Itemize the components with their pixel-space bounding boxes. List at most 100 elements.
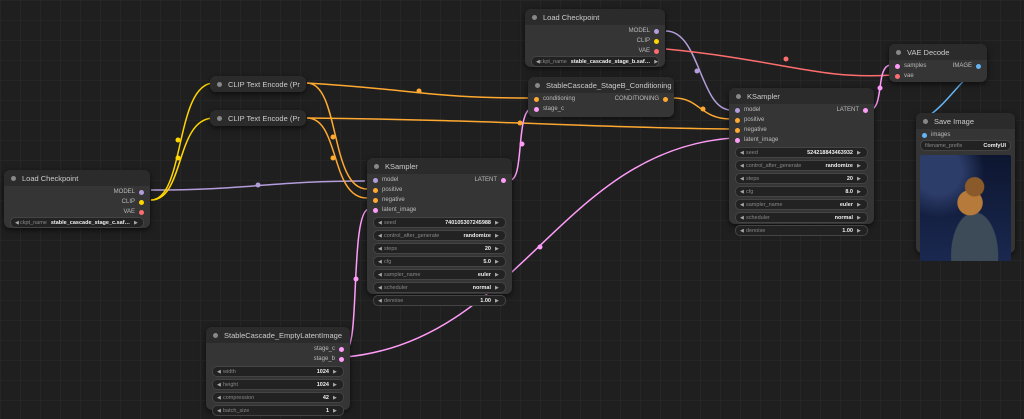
ksampler-c-node[interactable]: KSampler model LATENT positive negative … bbox=[367, 158, 512, 306]
clip-output-pin-icon[interactable] bbox=[654, 38, 659, 44]
negative-input-pin-icon[interactable] bbox=[373, 197, 378, 203]
positive-input-pin-icon[interactable] bbox=[735, 117, 740, 123]
output-stage-b[interactable]: stage_b bbox=[206, 354, 350, 364]
cfg-widget[interactable]: ◀ cfg 8.0 ▶ bbox=[735, 186, 868, 197]
control-after-generate-widget[interactable]: ◀ control_after_generate randomize ▶ bbox=[735, 160, 868, 171]
model-input-pin-icon[interactable] bbox=[373, 177, 378, 183]
denoise-widget[interactable]: ◀ denoise 1.00 ▶ bbox=[373, 295, 506, 306]
collapse-dot-icon[interactable] bbox=[213, 332, 218, 338]
model-output-pin-icon[interactable] bbox=[654, 28, 659, 34]
vae-output-pin-icon[interactable] bbox=[139, 209, 144, 215]
output-image-preview[interactable] bbox=[920, 155, 1011, 261]
clip-text-encode-positive-node[interactable]: CLIP Text Encode (Pr bbox=[210, 76, 306, 92]
arrow-right-icon[interactable]: ▶ bbox=[857, 163, 863, 169]
node-title[interactable]: KSampler bbox=[367, 158, 512, 174]
input-negative[interactable]: negative bbox=[367, 195, 512, 205]
seed-widget[interactable]: ◀ seed 740105307245988 ▶ bbox=[373, 217, 506, 228]
arrow-right-icon[interactable]: ▶ bbox=[495, 259, 501, 265]
cfg-widget[interactable]: ◀ cfg 5.0 ▶ bbox=[373, 256, 506, 267]
output-vae[interactable]: VAE bbox=[4, 207, 150, 217]
compression-widget[interactable]: ◀ compression 42 ▶ bbox=[212, 392, 344, 403]
load-checkpoint-b-node[interactable]: Load Checkpoint MODEL CLIP VAE ◀ ckpt_nam… bbox=[525, 9, 665, 67]
arrow-right-icon[interactable]: ▶ bbox=[333, 382, 339, 388]
latent-output-pin-icon[interactable] bbox=[501, 177, 506, 183]
collapse-dot-icon[interactable] bbox=[217, 115, 222, 121]
node-title[interactable]: CLIP Text Encode (Pr bbox=[210, 110, 306, 126]
conditioning-input-pin-icon[interactable] bbox=[534, 96, 539, 102]
input-images[interactable]: images bbox=[916, 130, 1015, 140]
arrow-right-icon[interactable]: ▶ bbox=[134, 220, 139, 226]
input-model[interactable]: model LATENT bbox=[367, 175, 512, 185]
input-stage-c[interactable]: stage_c bbox=[528, 104, 674, 114]
clip-output-pin-icon[interactable] bbox=[139, 199, 144, 205]
output-stage-c[interactable]: stage_c bbox=[206, 344, 350, 354]
images-input-pin-icon[interactable] bbox=[922, 132, 927, 138]
arrow-right-icon[interactable]: ▶ bbox=[333, 369, 339, 375]
latent-input-pin-icon[interactable] bbox=[735, 137, 740, 143]
arrow-right-icon[interactable]: ▶ bbox=[857, 150, 863, 156]
sampler-name-widget[interactable]: ◀ sampler_name euler ▶ bbox=[373, 269, 506, 280]
denoise-widget[interactable]: ◀ denoise 1.00 ▶ bbox=[735, 225, 868, 236]
stage-c-output-pin-icon[interactable] bbox=[339, 346, 344, 352]
output-model[interactable]: MODEL bbox=[525, 26, 665, 36]
collapse-dot-icon[interactable] bbox=[374, 163, 379, 169]
node-title[interactable]: Save Image bbox=[916, 113, 1015, 129]
output-model[interactable]: MODEL bbox=[4, 187, 150, 197]
arrow-right-icon[interactable]: ▶ bbox=[333, 395, 339, 401]
collapse-dot-icon[interactable] bbox=[896, 49, 901, 55]
arrow-right-icon[interactable]: ▶ bbox=[333, 408, 339, 414]
arrow-right-icon[interactable]: ▶ bbox=[654, 59, 658, 65]
ckpt-name-combo[interactable]: ◀ ckpt_name stable_cascade_stage_b.saf… ▶ bbox=[531, 56, 659, 67]
input-model[interactable]: model LATENT bbox=[729, 105, 874, 115]
model-input-pin-icon[interactable] bbox=[735, 107, 740, 113]
arrow-right-icon[interactable]: ▶ bbox=[495, 220, 501, 226]
node-title[interactable]: StableCascade_EmptyLatentImage bbox=[206, 327, 350, 343]
input-samples[interactable]: samples IMAGE bbox=[889, 61, 987, 71]
save-image-node[interactable]: Save Image images filename_prefix ComfyUI bbox=[916, 113, 1015, 261]
batch-size-widget[interactable]: ◀ batch_size 1 ▶ bbox=[212, 405, 344, 416]
conditioning-output-pin-icon[interactable] bbox=[663, 96, 668, 102]
scheduler-widget[interactable]: ◀ scheduler normal ▶ bbox=[735, 212, 868, 223]
node-title[interactable]: StableCascade_StageB_Conditioning bbox=[528, 77, 674, 93]
vae-input-pin-icon[interactable] bbox=[895, 73, 900, 79]
arrow-right-icon[interactable]: ▶ bbox=[495, 233, 501, 239]
stageb-conditioning-node[interactable]: StableCascade_StageB_Conditioning condit… bbox=[528, 77, 674, 117]
arrow-right-icon[interactable]: ▶ bbox=[857, 202, 863, 208]
scheduler-widget[interactable]: ◀ scheduler normal ▶ bbox=[373, 282, 506, 293]
samples-input-pin-icon[interactable] bbox=[895, 63, 900, 69]
steps-widget[interactable]: ◀ steps 20 ▶ bbox=[735, 173, 868, 184]
arrow-right-icon[interactable]: ▶ bbox=[495, 285, 501, 291]
input-negative[interactable]: negative bbox=[729, 125, 874, 135]
arrow-right-icon[interactable]: ▶ bbox=[495, 272, 501, 278]
control-after-generate-widget[interactable]: ◀ control_after_generate randomize ▶ bbox=[373, 230, 506, 241]
output-clip[interactable]: CLIP bbox=[525, 36, 665, 46]
arrow-right-icon[interactable]: ▶ bbox=[857, 228, 863, 234]
collapse-dot-icon[interactable] bbox=[535, 82, 540, 88]
output-clip[interactable]: CLIP bbox=[4, 197, 150, 207]
image-output-pin-icon[interactable] bbox=[976, 63, 981, 69]
ksampler-b-node[interactable]: KSampler model LATENT positive negative … bbox=[729, 88, 874, 236]
collapse-dot-icon[interactable] bbox=[11, 175, 16, 181]
seed-widget[interactable]: ◀ seed 524218843463932 ▶ bbox=[735, 147, 868, 158]
input-positive[interactable]: positive bbox=[367, 185, 512, 195]
input-vae[interactable]: vae bbox=[889, 71, 987, 81]
arrow-right-icon[interactable]: ▶ bbox=[857, 176, 863, 182]
node-title[interactable]: CLIP Text Encode (Pr bbox=[210, 76, 306, 92]
negative-input-pin-icon[interactable] bbox=[735, 127, 740, 133]
model-output-pin-icon[interactable] bbox=[139, 189, 144, 195]
latent-output-pin-icon[interactable] bbox=[863, 107, 868, 113]
input-latent-image[interactable]: latent_image bbox=[367, 205, 512, 215]
collapse-dot-icon[interactable] bbox=[923, 118, 928, 124]
height-widget[interactable]: ◀ height 1024 ▶ bbox=[212, 379, 344, 390]
load-checkpoint-c-node[interactable]: Load Checkpoint MODEL CLIP VAE ◀ ckpt_nam… bbox=[4, 170, 150, 228]
node-title[interactable]: Load Checkpoint bbox=[525, 9, 665, 25]
latent-input-pin-icon[interactable] bbox=[373, 207, 378, 213]
output-vae[interactable]: VAE bbox=[525, 46, 665, 56]
clip-text-encode-negative-node[interactable]: CLIP Text Encode (Pr bbox=[210, 110, 306, 126]
node-title[interactable]: VAE Decode bbox=[889, 44, 987, 60]
node-title[interactable]: KSampler bbox=[729, 88, 874, 104]
ckpt-name-combo[interactable]: ◀ ckpt_name stable_cascade_stage_c.saf… ▶ bbox=[10, 217, 144, 228]
arrow-right-icon[interactable]: ▶ bbox=[495, 298, 501, 304]
input-positive[interactable]: positive bbox=[729, 115, 874, 125]
collapse-dot-icon[interactable] bbox=[217, 81, 222, 87]
